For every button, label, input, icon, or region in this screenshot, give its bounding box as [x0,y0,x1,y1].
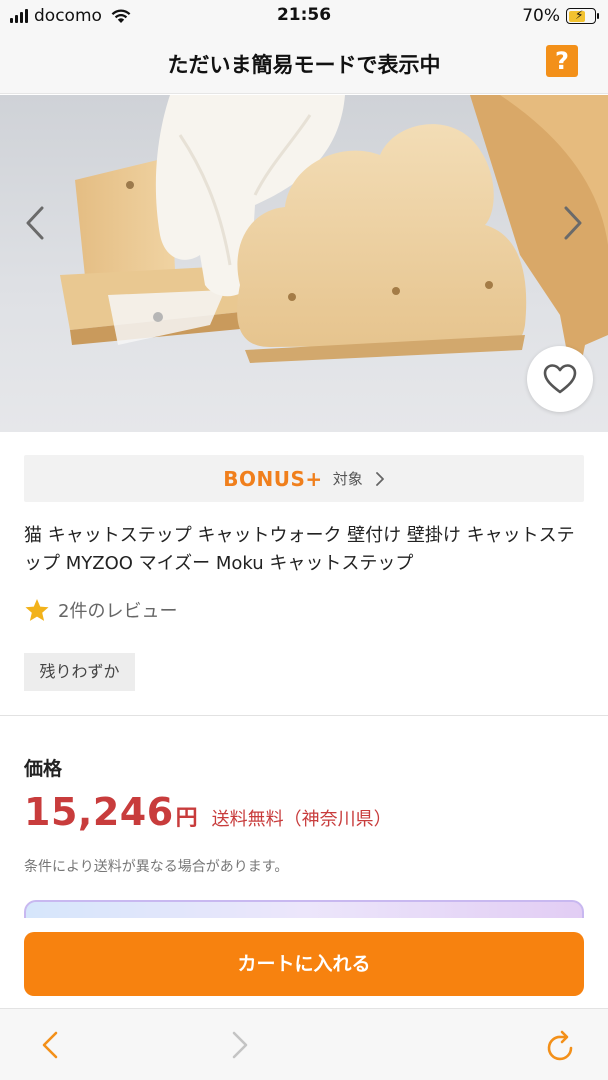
chevron-right-icon [375,471,384,486]
chevron-left-icon[interactable] [20,203,50,243]
bonus-plus-banner[interactable]: BONUS+ 対象 [24,455,584,502]
header-title: ただいま簡易モードで表示中 [167,53,441,77]
chevron-right-icon[interactable] [558,203,588,243]
stock-status-badge: 残りわずか [24,653,135,691]
bonus-logo: BONUS+ [223,466,323,491]
status-bar: docomo 21:56 70% ⚡ [0,0,608,32]
battery-percent: 70% [522,6,560,26]
app-header: ただいま簡易モードで表示中 ? [0,32,608,94]
help-button[interactable]: ? [546,45,578,77]
status-time: 21:56 [276,5,332,25]
price-value: 15,246 [24,790,174,834]
status-right: 70% ⚡ [522,6,599,26]
forward-arrow-icon[interactable] [226,1029,254,1061]
shipping-info: 送料無料（神奈川県） [211,809,392,830]
price-currency: 円 [175,806,198,831]
star-icon [25,599,49,621]
reload-icon[interactable] [544,1029,578,1063]
cart-footer: カートに入れる [0,918,608,1008]
add-to-cart-button[interactable]: カートに入れる [24,932,584,996]
browser-toolbar [0,1008,608,1080]
heart-icon [543,364,577,394]
price-heading: 価格 [24,758,63,780]
product-title: 猫 キャットステップ キャットウォーク 壁付け 壁掛け キャットステップ MYZ… [24,525,575,574]
bonus-target-label: 対象 [332,470,363,488]
product-image-carousel[interactable] [0,95,608,432]
back-arrow-icon[interactable] [36,1029,64,1061]
shipping-note: 条件により送料が異なる場合があります。 [24,859,289,875]
section-divider [0,715,608,716]
product-photo [60,95,608,395]
favorite-button[interactable] [527,346,593,412]
bolt-icon: ⚡ [575,8,584,22]
review-count-link[interactable]: 2件のレビュー [58,597,177,623]
price-row: 15,246 円 送料無料（神奈川県） [24,790,392,834]
battery-charging-icon: ⚡ [566,8,599,24]
review-summary[interactable]: 2件のレビュー [24,597,177,623]
